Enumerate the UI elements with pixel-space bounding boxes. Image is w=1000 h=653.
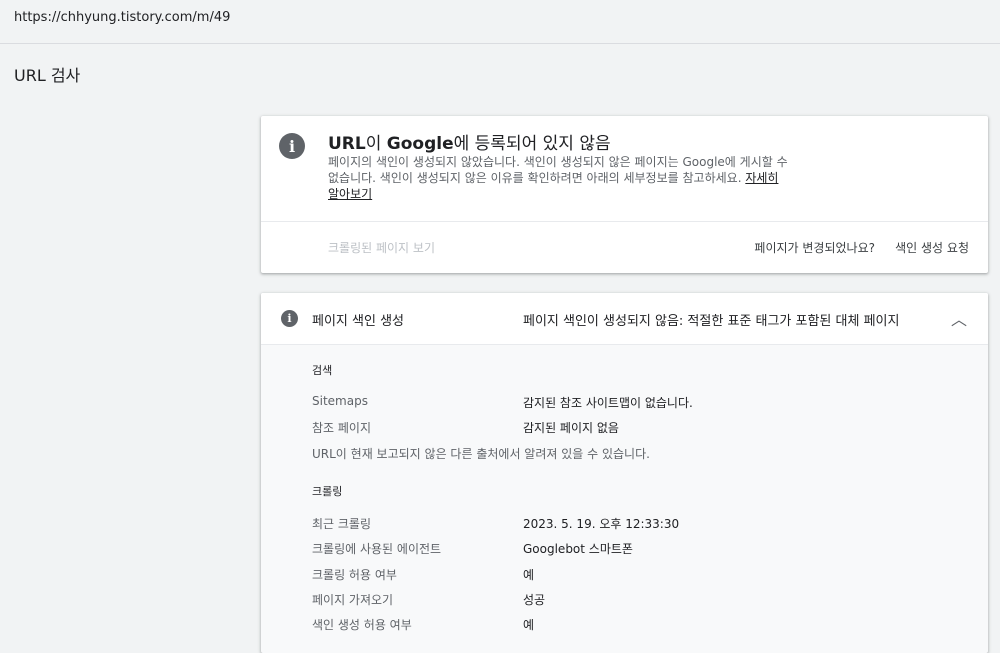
url-bar: https://chhyung.tistory.com/m/49 [0,0,1000,44]
inspected-url[interactable]: https://chhyung.tistory.com/m/49 [14,10,230,25]
page-title: URL 검사 [14,66,81,85]
info-icon: i [279,133,305,159]
crawled-as-label: 크롤링에 사용된 에이전트 [312,542,442,556]
view-crawled-page-button[interactable]: 크롤링된 페이지 보기 [328,239,435,256]
last-crawl-label: 최근 크롤링 [312,517,372,531]
page-indexing-card: i 페이지 색인 생성 페이지 색인이 생성되지 않음: 적절한 표준 태그가 … [261,293,988,653]
request-indexing-button[interactable]: 색인 생성 요청 [895,239,969,256]
indexing-allowed-value: 예 [523,618,535,632]
url-status-card: i URL이 Google에 등록되어 있지 않음 페이지의 색인이 생성되지 … [261,116,988,273]
divider [261,221,988,222]
page-fetch-value: 성공 [523,593,546,607]
crawl-section-title: 크롤링 [312,485,343,498]
page-indexing-status: 페이지 색인이 생성되지 않음: 적절한 표준 태그가 포함된 대체 페이지 [523,314,900,329]
discovery-section-title: 검색 [312,364,333,377]
status-title: URL이 Google에 등록되어 있지 않음 [328,134,611,154]
crawl-allowed-label: 크롤링 허용 여부 [312,568,397,582]
indexing-allowed-label: 색인 생성 허용 여부 [312,618,412,632]
sitemaps-value: 감지된 참조 사이트맵이 없습니다. [523,396,693,410]
page-fetch-label: 페이지 가져오기 [312,593,394,607]
discovery-note: URL이 현재 보고되지 않은 다른 출처에서 알려져 있을 수 있습니다. [312,447,650,461]
status-description: 페이지의 색인이 생성되지 않았습니다. 색인이 생성되지 않은 페이지는 Go… [328,155,788,201]
referring-page-label: 참조 페이지 [312,421,372,435]
crawled-as-value: Googlebot 스마트폰 [523,542,633,556]
chevron-up-icon[interactable]: ︿ [951,306,967,330]
info-icon: i [281,310,298,327]
page-indexing-header[interactable]: i 페이지 색인 생성 페이지 색인이 생성되지 않음: 적절한 표준 태그가 … [261,293,988,345]
page-indexing-label: 페이지 색인 생성 [312,314,404,329]
page-changed-question: 페이지가 변경되었나요? [754,241,875,255]
last-crawl-value: 2023. 5. 19. 오후 12:33:30 [523,517,680,531]
referring-page-value: 감지된 페이지 없음 [523,421,619,435]
crawl-allowed-value: 예 [523,568,535,582]
sitemaps-label: Sitemaps [312,394,368,408]
